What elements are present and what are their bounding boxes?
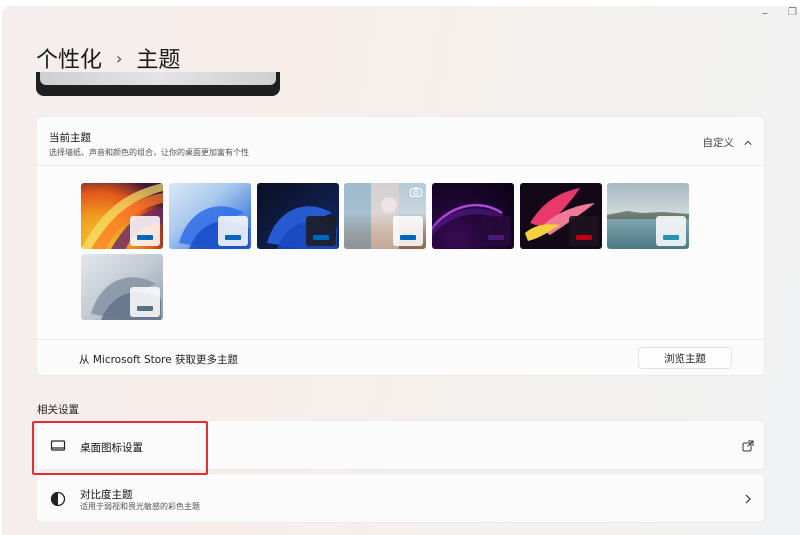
browse-themes-button[interactable]: 浏览主题 — [638, 347, 732, 369]
desktop-icon-settings-row[interactable]: 桌面图标设置 — [36, 420, 765, 470]
minimize-button[interactable]: – — [762, 6, 768, 20]
theme-gallery — [37, 166, 764, 339]
theme-preview — [36, 72, 280, 96]
monitor-icon — [50, 440, 66, 451]
theme-thumbnail-1[interactable] — [81, 183, 163, 249]
current-theme-card: 当前主题 选择墙纸、声音和颜色的组合，让你的桌面更加富有个性 自定义 从 Mic… — [36, 116, 765, 376]
breadcrumb-separator: › — [116, 48, 123, 68]
store-row: 从 Microsoft Store 获取更多主题 浏览主题 — [37, 340, 764, 376]
contrast-themes-label: 对比度主题 — [80, 489, 133, 501]
contrast-themes-row[interactable]: 对比度主题 适用于弱视和畏光敏感的彩色主题 — [36, 473, 765, 523]
theme-preview-card — [130, 287, 160, 317]
theme-preview-image — [40, 72, 276, 85]
custom-theme-toggle[interactable]: 自定义 — [703, 135, 753, 150]
current-theme-subtitle: 选择墙纸、声音和颜色的组合，让你的桌面更加富有个性 — [49, 148, 249, 157]
theme-thumbnail-7[interactable] — [607, 183, 689, 249]
theme-preview-card — [306, 216, 336, 246]
contrast-themes-subtitle: 适用于弱视和畏光敏感的彩色主题 — [80, 502, 200, 511]
open-external-icon — [742, 440, 754, 452]
accent-bar — [225, 235, 241, 240]
current-theme-title: 当前主题 — [49, 132, 91, 144]
contrast-icon — [50, 491, 66, 507]
accent-bar — [400, 235, 416, 240]
theme-thumbnail-2[interactable] — [169, 183, 251, 249]
accent-bar — [313, 235, 329, 240]
store-text: 从 Microsoft Store 获取更多主题 — [79, 354, 239, 366]
restore-button[interactable]: ❐ — [788, 7, 797, 18]
accent-bar — [488, 235, 504, 240]
desktop-icon-settings-label: 桌面图标设置 — [80, 442, 143, 454]
theme-preview-card — [218, 216, 248, 246]
theme-preview-card — [130, 216, 160, 246]
theme-preview-card — [656, 216, 686, 246]
theme-thumbnail-6[interactable] — [520, 183, 602, 249]
theme-preview-card — [481, 216, 511, 246]
theme-preview-card — [569, 216, 599, 246]
breadcrumb: 个性化 › 主题 — [36, 42, 180, 74]
related-settings-label: 相关设置 — [37, 404, 79, 416]
breadcrumb-parent[interactable]: 个性化 — [36, 42, 102, 74]
chevron-up-icon — [744, 140, 752, 145]
theme-thumbnail-5[interactable] — [432, 183, 514, 249]
theme-preview-card — [393, 216, 423, 246]
current-theme-header[interactable]: 当前主题 选择墙纸、声音和颜色的组合，让你的桌面更加富有个性 — [49, 130, 249, 158]
camera-icon — [410, 187, 422, 197]
accent-bar — [137, 235, 153, 240]
accent-bar — [137, 306, 153, 311]
custom-label: 自定义 — [702, 137, 735, 149]
accent-bar — [663, 235, 679, 240]
theme-thumbnail-8[interactable] — [81, 254, 163, 320]
page-title: 主题 — [136, 48, 181, 73]
theme-thumbnail-3[interactable] — [257, 183, 339, 249]
settings-window: – ❐ 个性化 › 主题 当前主题 选择墙纸、声音和颜色的组合，让你的桌面更加富… — [2, 6, 800, 535]
chevron-right-icon — [745, 494, 751, 504]
theme-thumbnail-4[interactable] — [344, 183, 426, 249]
accent-bar — [576, 235, 592, 240]
